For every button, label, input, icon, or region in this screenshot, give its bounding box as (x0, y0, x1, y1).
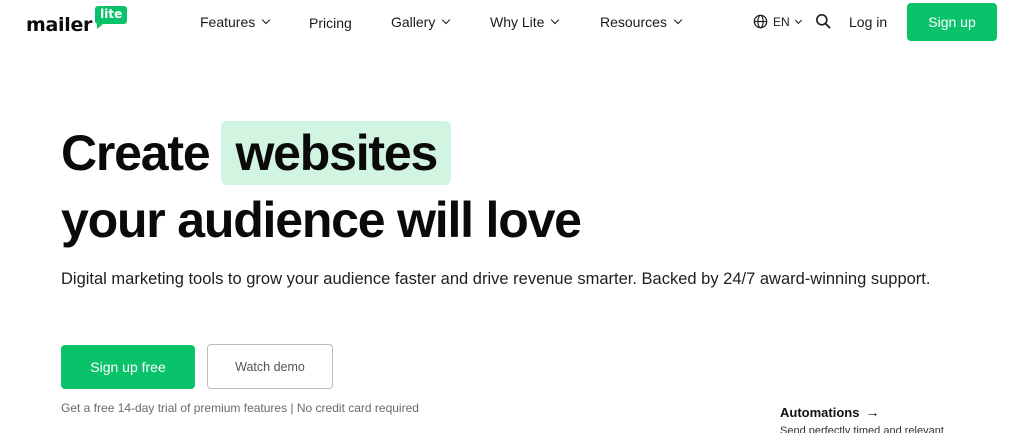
nav-item-why-lite[interactable]: Why Lite (490, 12, 560, 32)
chevron-down-icon (673, 15, 683, 25)
nav-item-label: Gallery (391, 14, 436, 30)
trial-note: Get a free 14-day trial of premium featu… (61, 401, 419, 415)
chevron-down-icon (794, 16, 802, 24)
mailerlite-logo[interactable]: mailer lite (26, 6, 128, 36)
nav-item-features[interactable]: Features (200, 12, 271, 32)
automations-subtext: Send perfectly timed and relevant (780, 425, 944, 433)
language-selector[interactable]: EN (773, 12, 802, 32)
hero-title-highlight: websites (221, 121, 452, 185)
nav-item-label: Features (200, 14, 256, 30)
nav-item-pricing[interactable]: Pricing (309, 13, 352, 33)
watch-demo-button[interactable]: Watch demo (207, 344, 333, 389)
signup-button[interactable]: Sign up (907, 3, 997, 41)
nav-item-gallery[interactable]: Gallery (391, 12, 451, 32)
hero-title-highlight-text: websites (235, 125, 438, 181)
hero-title-word: Create (61, 125, 211, 181)
automations-label: Automations (780, 404, 860, 420)
logo-wordmark: mailer (26, 14, 93, 36)
globe-icon[interactable] (753, 14, 768, 29)
arrow-right-icon: → (865, 404, 880, 420)
automations-link[interactable]: Automations → (780, 404, 879, 420)
signup-free-button[interactable]: Sign up free (61, 345, 195, 389)
search-icon[interactable] (815, 13, 831, 29)
chevron-down-icon (551, 15, 560, 25)
site-header: mailer lite Features Pricing Gallery Why… (0, 0, 1024, 46)
hero-title-line2-text: your audience will love (61, 192, 582, 248)
language-label: EN (773, 15, 790, 29)
chevron-down-icon (442, 15, 451, 25)
hero-title-line2: your audience will love (61, 190, 582, 250)
nav-item-resources[interactable]: Resources (600, 12, 683, 32)
nav-item-label: Why Lite (490, 14, 545, 30)
nav-item-label: Resources (600, 14, 667, 30)
hero-subtitle: Digital marketing tools to grow your aud… (61, 270, 931, 288)
chevron-down-icon (262, 15, 271, 25)
nav-item-label: Pricing (309, 15, 352, 31)
logo-badge: lite (95, 6, 128, 29)
login-link[interactable]: Log in (849, 12, 887, 32)
hero-title-line1: Create websites (61, 121, 452, 185)
